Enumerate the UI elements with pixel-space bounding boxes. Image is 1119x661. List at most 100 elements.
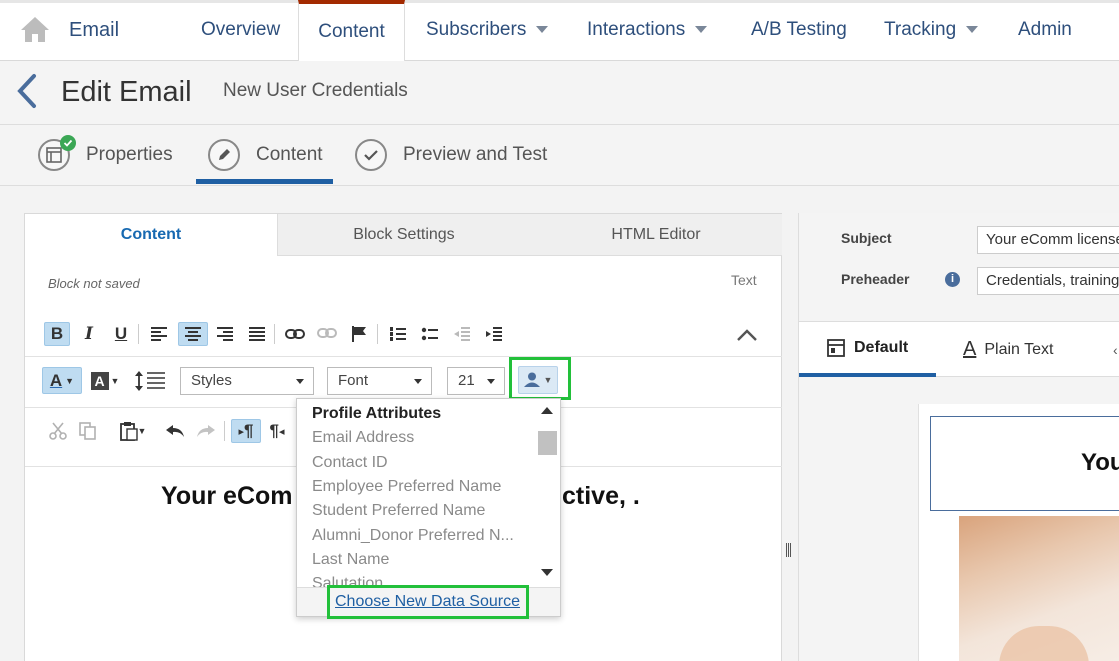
nav-tracking-label: Tracking [884,19,957,40]
numbered-list-icon[interactable] [385,322,411,346]
chevron-down-icon [695,26,708,34]
content-heading-right[interactable]: ctive, . [562,482,640,511]
copy-icon[interactable] [75,419,101,443]
unlink-icon[interactable] [314,322,340,346]
text-color-icon: A [49,370,63,390]
redo-icon[interactable] [193,419,219,443]
bullet-list-icon[interactable] [417,322,443,346]
back-arrow-icon[interactable] [12,73,42,109]
menu-item-alumni-donor-preferred-name[interactable]: Alumni_Donor Preferred N... [312,527,514,545]
scroll-thumb[interactable] [538,431,557,455]
step-properties[interactable]: Properties [38,125,173,185]
edit-header: Edit Email New User Credentials [0,61,1119,125]
tab-html-editor[interactable]: HTML Editor [530,214,782,256]
top-navigation: Email Overview Content Subscribers Inter… [0,0,1119,64]
font-select[interactable]: Font [327,367,432,395]
align-left-icon[interactable] [146,322,172,346]
ltr-direction-icon[interactable]: ▸ ¶ [231,419,261,443]
preheader-input[interactable]: Credentials, training [977,267,1119,295]
block-type: Text [731,272,757,288]
layout-icon [827,338,845,357]
nav-content-label: Content [318,21,385,42]
step-preview-label: Preview and Test [403,144,548,165]
content-heading-left[interactable]: Your eCom [161,482,293,511]
align-center-icon[interactable] [178,322,208,346]
flag-icon[interactable] [346,322,372,346]
styles-select[interactable]: Styles [180,367,314,395]
subject-label: Subject [841,230,892,246]
background-color-button[interactable]: A ▼ [87,367,123,394]
nav-subscribers-label: Subscribers [426,19,527,40]
tab-default[interactable]: Default [799,322,936,377]
pencil-icon [208,139,240,171]
toolbar-divider [138,324,139,344]
step-properties-label: Properties [86,144,173,165]
menu-item-student-preferred-name[interactable]: Student Preferred Name [312,502,485,520]
rtl-direction-icon[interactable]: ¶ ◂ [265,419,289,443]
menu-item-email-address[interactable]: Email Address [312,429,414,447]
completed-check-icon [60,135,76,151]
nav-interactions-label: Interactions [587,19,686,40]
step-preview-test[interactable]: Preview and Test [355,125,547,185]
tab-block-settings[interactable]: Block Settings [278,214,530,256]
cut-icon[interactable] [45,419,71,443]
highlight-data-source-link [327,585,529,619]
preview-image [959,516,1119,661]
preview-heading-box: You [930,416,1119,511]
preheader-label: Preheader [841,271,910,287]
chevron-down-icon [966,26,979,34]
menu-item-contact-id[interactable]: Contact ID [312,454,388,472]
tab-plain-text-label: Plain Text [984,340,1054,358]
align-justify-icon[interactable] [244,322,270,346]
nav-subscribers[interactable]: Subscribers [426,3,549,61]
italic-button[interactable]: I [76,322,102,346]
info-icon[interactable]: i [945,272,960,287]
preview-tabs: Default A Plain Text ‹ [799,321,1119,377]
email-name: New User Credentials [223,80,408,101]
nav-ab-testing[interactable]: A/B Testing [751,3,847,61]
step-content-label: Content [256,144,323,165]
chevron-down-icon [487,379,495,384]
scroll-up-icon[interactable] [541,407,553,414]
menu-item-employee-preferred-name[interactable]: Employee Preferred Name [312,478,501,496]
tab-default-label: Default [854,338,909,356]
tab-plain-text[interactable]: A Plain Text [963,322,1053,377]
app-title[interactable]: Email [69,3,119,61]
subject-input[interactable]: Your eComm license [977,226,1119,254]
paste-icon [119,422,138,441]
checkmark-icon [355,139,387,171]
menu-item-last-name[interactable]: Last Name [312,551,389,569]
font-size-select[interactable]: 21 [447,367,505,395]
line-height-icon[interactable] [132,367,168,394]
chevron-down-icon [414,379,422,384]
background-color-icon: A [90,371,109,390]
indent-icon[interactable] [481,322,507,346]
home-icon[interactable] [20,15,50,43]
collapse-toolbar-icon[interactable] [735,328,759,342]
properties-icon [38,135,76,171]
toolbar-divider [274,324,275,344]
nav-content[interactable]: Content [298,0,405,64]
menu-scrollbar[interactable] [536,405,558,583]
toolbar-divider [377,324,378,344]
step-content[interactable]: Content [208,125,323,185]
undo-icon[interactable] [162,419,188,443]
tab-content[interactable]: Content [25,214,278,256]
bold-button[interactable]: B [44,322,70,346]
paste-button[interactable]: ▼ [115,419,151,443]
panel-splitter[interactable] [786,543,794,557]
link-icon[interactable] [282,322,308,346]
scroll-down-icon[interactable] [541,569,553,576]
chevron-left-icon[interactable]: ‹ [1113,342,1118,358]
align-right-icon[interactable] [212,322,238,346]
underline-button[interactable]: U [108,322,134,346]
outdent-icon[interactable] [449,322,475,346]
chevron-down-icon [536,26,549,34]
nav-admin[interactable]: Admin [1018,3,1072,61]
nav-tracking[interactable]: Tracking [884,3,979,61]
toolbar-divider [224,421,225,441]
text-color-button[interactable]: A ▼ [42,367,82,394]
nav-overview[interactable]: Overview [201,3,280,61]
font-select-value: Font [338,372,369,389]
nav-interactions[interactable]: Interactions [587,3,708,61]
